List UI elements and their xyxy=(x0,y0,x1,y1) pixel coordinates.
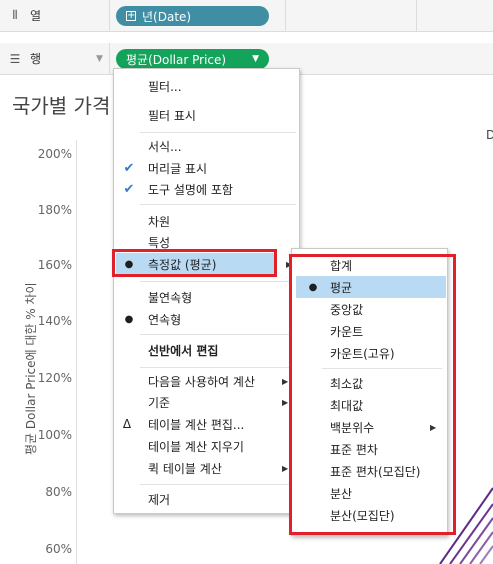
menu-item-continuous[interactable]: ● 연속형 xyxy=(114,308,299,330)
checkmark-icon: ✔ xyxy=(123,160,135,176)
menu-item-edit-in-shelf[interactable]: 선반에서 편집 xyxy=(114,339,299,361)
menu-separator xyxy=(140,204,296,205)
menu-item-label: 선반에서 편집 xyxy=(148,343,219,358)
menu-item-label: 테이블 계산 편집... xyxy=(148,417,245,432)
menu-item-compute-using[interactable]: 다음을 사용하여 계산 ▶ xyxy=(114,370,299,392)
menu-item-filter[interactable]: 필터... xyxy=(114,75,299,97)
menu-item-label: 필터 표시 xyxy=(148,108,196,123)
menu-item-include-tooltip[interactable]: ✔ 도구 설명에 포함 xyxy=(114,178,299,200)
y-tick-label: 140% xyxy=(37,314,72,328)
column-divider xyxy=(285,0,286,32)
menu-item-show-header[interactable]: ✔ 머리글 표시 xyxy=(114,157,299,179)
dropdown-arrow-icon[interactable]: ▼ xyxy=(96,54,103,64)
y-tick-label: 200% xyxy=(37,147,72,161)
menu-item-label: 제거 xyxy=(148,492,171,507)
selected-dot-icon: ● xyxy=(124,313,134,325)
submenu-arrow-icon: ▶ xyxy=(282,376,289,386)
submenu-arrow-icon: ▶ xyxy=(282,463,289,473)
checkmark-icon: ✔ xyxy=(123,181,135,197)
chart-header-text: D xyxy=(486,128,493,142)
columns-label-text: 열 xyxy=(30,9,42,23)
menu-item-dimension[interactable]: 차원 xyxy=(114,210,299,232)
menu-separator xyxy=(140,484,296,485)
date-pill-label: 년(Date) xyxy=(142,9,192,24)
pill-dropdown-icon[interactable]: ▼ xyxy=(252,54,259,64)
submenu-arrow-icon: ▶ xyxy=(282,397,289,407)
menu-item-label: 연속형 xyxy=(148,312,182,327)
menu-item-label: 다음을 사용하여 계산 xyxy=(148,374,255,389)
menu-item-label: 퀵 테이블 계산 xyxy=(148,461,222,476)
menu-item-label: 필터... xyxy=(148,79,182,94)
menu-item-label: 차원 xyxy=(148,214,171,229)
menu-item-clear-table-calc[interactable]: 테이블 계산 지우기 xyxy=(114,435,299,457)
column-divider xyxy=(416,0,417,32)
columns-icon: ⦀ xyxy=(12,8,18,22)
date-year-pill[interactable]: + 년(Date) xyxy=(116,6,269,26)
y-tick-label: 100% xyxy=(37,428,72,442)
delta-icon: Δ xyxy=(122,417,132,431)
menu-item-edit-table-calc[interactable]: Δ 테이블 계산 편집... xyxy=(114,413,299,435)
y-axis-line xyxy=(76,140,77,564)
menu-item-label: 도구 설명에 포함 xyxy=(148,182,233,197)
menu-item-quick-table-calc[interactable]: 퀵 테이블 계산 ▶ xyxy=(114,457,299,479)
annotation-highlight-box xyxy=(112,249,277,277)
menu-item-relative-to[interactable]: 기준 ▶ xyxy=(114,391,299,413)
menu-separator xyxy=(140,281,296,282)
menu-separator xyxy=(140,334,296,335)
pill-context-menu: 필터... 필터 표시 서식... ✔ 머리글 표시 ✔ 도구 설명에 포함 차… xyxy=(113,68,300,514)
columns-shelf: ⦀ 열 + 년(Date) xyxy=(0,0,493,32)
menu-item-format[interactable]: 서식... xyxy=(114,135,299,157)
menu-item-discrete[interactable]: 불연속형 xyxy=(114,286,299,308)
y-tick-label: 80% xyxy=(45,485,72,499)
menu-item-label: 특성 xyxy=(148,235,171,250)
menu-separator xyxy=(140,132,296,133)
menu-item-show-filter[interactable]: 필터 표시 xyxy=(114,104,299,126)
y-tick-label: 160% xyxy=(37,258,72,272)
y-tick-label: 180% xyxy=(37,203,72,217)
menu-item-label: 테이블 계산 지우기 xyxy=(148,439,244,454)
menu-item-label: 기준 xyxy=(148,395,171,410)
measure-pill-label: 평균(Dollar Price) xyxy=(126,52,227,67)
menu-separator xyxy=(140,367,296,368)
columns-shelf-label: ⦀ 열 xyxy=(0,0,110,31)
expand-plus-icon[interactable]: + xyxy=(126,11,136,21)
y-tick-label: 120% xyxy=(37,371,72,385)
menu-item-label: 불연속형 xyxy=(148,290,193,305)
menu-item-label: 머리글 표시 xyxy=(148,161,208,176)
y-tick-label: 60% xyxy=(45,542,72,556)
chart-title: 국가별 가격 xyxy=(12,94,111,118)
rows-label-text: 행 xyxy=(30,52,42,66)
rows-shelf-label: ☰ 행 ▼ xyxy=(0,43,110,74)
menu-item-label: 서식... xyxy=(148,139,182,154)
menu-item-remove[interactable]: 제거 xyxy=(114,488,299,510)
annotation-submenu-box xyxy=(289,254,456,535)
rows-icon: ☰ xyxy=(9,51,21,66)
avg-dollar-price-pill[interactable]: 평균(Dollar Price) ▼ xyxy=(116,49,269,69)
